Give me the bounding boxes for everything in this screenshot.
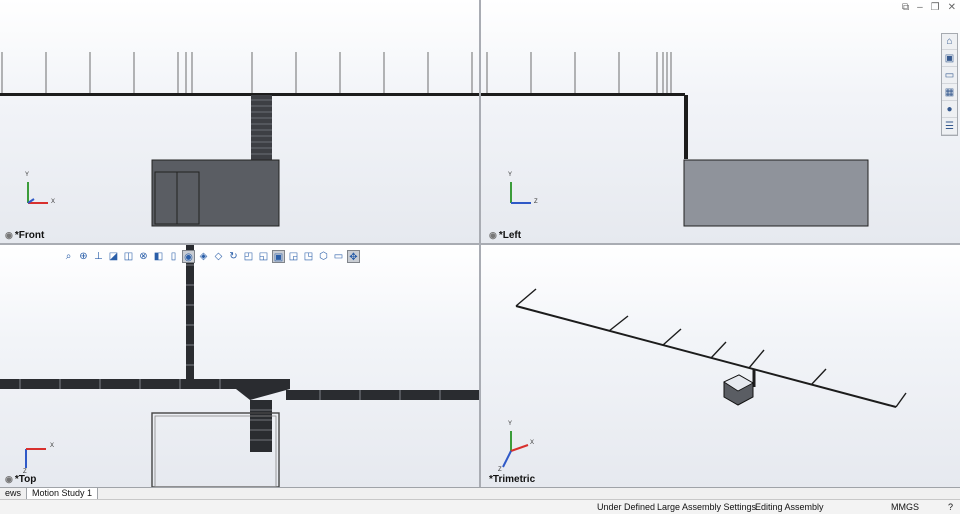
trimetric-view-name: *Trimetric [489, 474, 536, 485]
section-view-icon[interactable]: ◪ [107, 250, 120, 263]
top-scene [0, 245, 479, 487]
move-view-icon[interactable]: ✥ [347, 249, 360, 263]
front-axis-y-label: Y [25, 172, 30, 178]
trimetric-axis-z-label: Z [498, 467, 502, 473]
task-pane: ⌂ ▣ ▭ ▦ ● ☰ [941, 33, 958, 136]
eye-icon: ◉ [5, 230, 13, 240]
home-icon[interactable]: ⌂ [942, 34, 957, 50]
tab-model-views[interactable]: ews [0, 488, 28, 499]
top-view-label: ◉ *Top [5, 474, 36, 485]
rotate-icon[interactable]: ◇ [212, 250, 225, 263]
window-controls: ⧉ – ❐ ✕ [902, 2, 956, 13]
single-view-icon[interactable]: ◱ [257, 250, 270, 263]
top-main-tray-left [0, 379, 240, 389]
hide-show-items-icon[interactable]: ▯ [167, 250, 180, 263]
apply-scene-icon[interactable]: ◈ [197, 250, 210, 263]
status-under-defined: Under Defined [597, 502, 656, 512]
left-axis-y-label: Y [508, 172, 513, 178]
tab-motion-study-1[interactable]: Motion Study 1 [27, 488, 99, 499]
previous-view-icon[interactable]: ⊥ [92, 250, 105, 263]
window-tile-button[interactable]: ⧉ [902, 2, 909, 13]
left-riser [684, 95, 688, 159]
help-icon[interactable]: ? [948, 502, 953, 512]
eye-icon: ◉ [489, 230, 497, 240]
window-minimize-button[interactable]: – [917, 2, 923, 13]
left-view-name: *Left [498, 230, 522, 241]
top-viewport[interactable]: X Z ◉ *Top ⌕ ⊕ ⊥ ◪ ◫ ⊗ ◧ ▯ ◉ ◈ ◇ ↻ ◰ ◱ ▣… [0, 245, 479, 487]
front-axis-x-label: X [51, 199, 56, 205]
left-axis-triad [510, 182, 531, 204]
top-main-tray-right [286, 390, 479, 400]
front-axis-triad [27, 182, 48, 204]
top-axis-x-label: X [50, 443, 55, 449]
status-editing-assembly: Editing Assembly [755, 502, 824, 512]
left-enclosure [683, 159, 869, 227]
trimetric-axis-triad [502, 431, 529, 468]
front-enclosure [151, 159, 280, 227]
file-explorer-icon[interactable]: ▭ [942, 68, 957, 84]
window-restore-button[interactable]: ❐ [931, 2, 940, 13]
left-axis-z-label: Z [534, 199, 538, 205]
link-views-icon[interactable]: ▭ [332, 250, 345, 263]
four-view-icon[interactable]: ◲ [287, 250, 300, 263]
front-view-name: *Front [14, 230, 45, 241]
left-scene [481, 52, 869, 227]
top-axis-triad [25, 448, 46, 468]
front-view-label: ◉ *Front [5, 230, 44, 241]
right-view-icon[interactable]: ◰ [242, 250, 255, 263]
eye-icon: ◉ [5, 474, 13, 484]
left-hangers [486, 52, 672, 94]
view-palette-icon[interactable]: ▦ [942, 85, 957, 101]
dynamic-annotation-icon[interactable]: ◫ [122, 250, 135, 263]
left-viewport[interactable]: Y Z ◉ *Left ⧉ – ❐ ✕ ⌂ ▣ ▭ ▦ ● ☰ [481, 0, 960, 243]
trimetric-scene [502, 288, 907, 468]
appearances-icon[interactable]: ● [942, 102, 957, 118]
left-view-label: ◉ *Left [489, 230, 521, 241]
front-view-icon[interactable]: ↻ [227, 250, 240, 263]
zoom-to-area-icon[interactable]: ⊕ [77, 250, 90, 263]
top-drop-tray [250, 400, 272, 452]
display-pane-icon[interactable]: ⬡ [317, 250, 330, 263]
front-riser [251, 95, 272, 161]
bottom-tab-bar: ews Motion Study 1 [0, 487, 960, 499]
display-style-icon[interactable]: ◧ [152, 250, 165, 263]
trimetric-view-label: *Trimetric [489, 474, 535, 485]
left-tray [481, 93, 685, 96]
custom-properties-icon[interactable]: ☰ [942, 119, 957, 135]
cad-application: Y X ◉ *Front Y Z ◉ *Left ⧉ – ❐ ✕ ⌂ ▣ ▭ ▦… [0, 0, 960, 514]
status-units[interactable]: MMGS [891, 502, 919, 512]
status-large-assembly-settings[interactable]: Large Assembly Settings [657, 502, 756, 512]
two-view-icon[interactable]: ▣ [272, 249, 285, 263]
window-close-button[interactable]: ✕ [948, 2, 956, 13]
viewport-splitter-horizontal[interactable] [0, 243, 960, 245]
trimetric-axis-y-label: Y [508, 421, 513, 427]
front-hangers [1, 52, 473, 94]
top-view-name: *Top [14, 474, 37, 485]
front-tray [0, 93, 479, 96]
isometric-icon[interactable]: ◳ [302, 250, 315, 263]
trimetric-axis-x-label: X [530, 440, 535, 446]
trimetric-branches [608, 315, 827, 386]
front-scene [0, 52, 479, 227]
front-viewport[interactable]: Y X ◉ *Front [0, 0, 479, 243]
trimetric-viewport[interactable]: Y X Z *Trimetric [481, 245, 960, 487]
view-orientation-icon[interactable]: ⊗ [137, 250, 150, 263]
parts-icon[interactable]: ▣ [942, 51, 957, 67]
heads-up-view-toolbar: ⌕ ⊕ ⊥ ◪ ◫ ⊗ ◧ ▯ ◉ ◈ ◇ ↻ ◰ ◱ ▣ ◲ ◳ ⬡ ▭ ✥ [62, 247, 360, 265]
status-bar: Under Defined Large Assembly Settings Ed… [0, 499, 960, 514]
edit-appearance-icon[interactable]: ◉ [182, 249, 195, 263]
zoom-to-fit-icon[interactable]: ⌕ [62, 250, 75, 263]
trimetric-tray [515, 305, 897, 408]
